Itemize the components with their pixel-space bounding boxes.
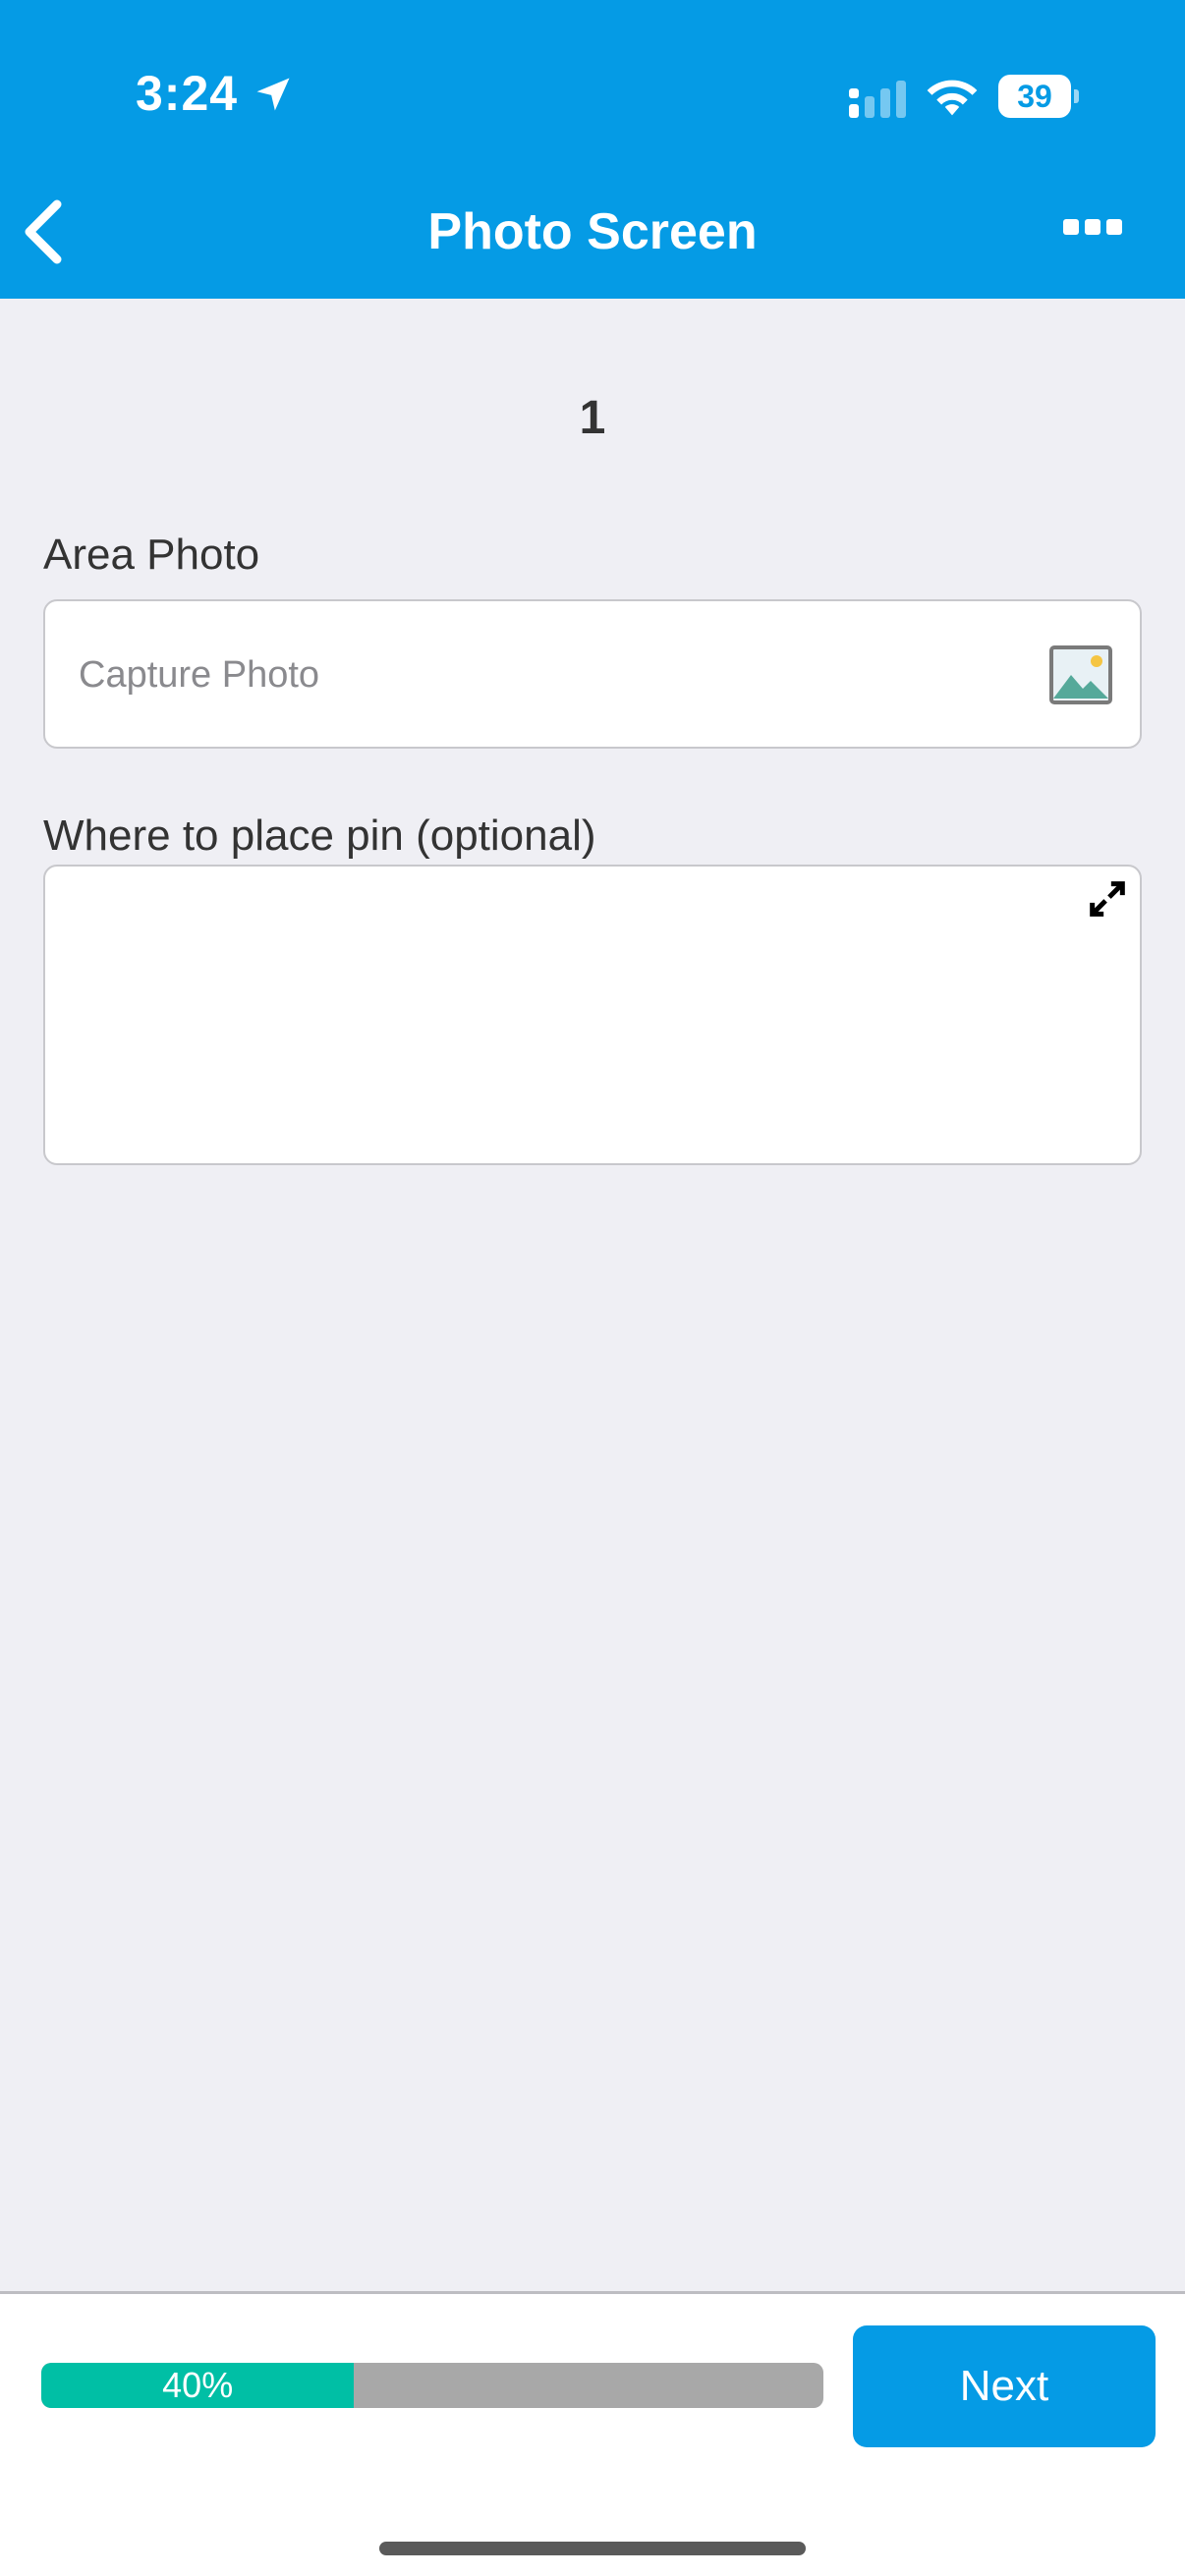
next-button[interactable]: Next bbox=[853, 2325, 1156, 2447]
page-number: 1 bbox=[579, 392, 606, 444]
photo-screen: 3:24 39 Photo Screen 1 Area Photo Captur… bbox=[0, 0, 1185, 2576]
ellipsis-icon[interactable] bbox=[1057, 210, 1128, 244]
pin-placement-area[interactable] bbox=[43, 865, 1142, 1165]
capture-photo-placeholder: Capture Photo bbox=[79, 654, 320, 696]
cellular-signal-icon bbox=[849, 81, 906, 118]
pin-label: Where to place pin (optional) bbox=[43, 812, 596, 860]
area-photo-field[interactable]: Capture Photo bbox=[43, 599, 1142, 749]
image-icon[interactable] bbox=[1049, 644, 1112, 705]
home-indicator bbox=[379, 2542, 806, 2555]
battery-indicator: 39 bbox=[998, 75, 1079, 118]
header: 3:24 39 Photo Screen bbox=[0, 0, 1185, 299]
expand-icon[interactable] bbox=[1085, 876, 1130, 922]
wifi-icon bbox=[927, 80, 978, 116]
status-time: 3:24 bbox=[136, 66, 239, 121]
footer: 40% Next bbox=[0, 2291, 1185, 2576]
battery-level: 39 bbox=[998, 75, 1071, 118]
page-title: Photo Screen bbox=[427, 203, 758, 260]
area-photo-label: Area Photo bbox=[43, 531, 260, 579]
battery-cap bbox=[1074, 89, 1079, 103]
progress-label: 40% bbox=[162, 2365, 234, 2405]
progress-bar: 40% bbox=[41, 2363, 823, 2408]
location-arrow-icon bbox=[256, 78, 290, 111]
